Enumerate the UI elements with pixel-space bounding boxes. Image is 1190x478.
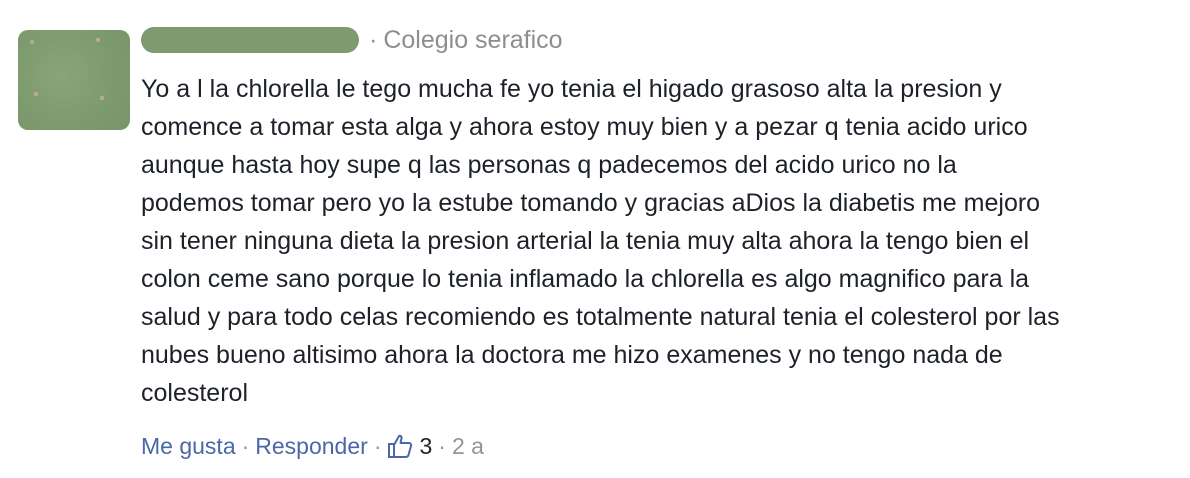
thumbs-up-icon[interactable]	[387, 433, 413, 459]
comment-text-line: nubes bueno altisimo ahora la doctora me…	[141, 341, 1003, 369]
comment-text-line: comence a tomar esta alga y ahora estoy …	[141, 113, 1028, 141]
comment-text: Yo a l la chlorella le tego mucha fe yo …	[141, 70, 1176, 412]
comment: · Colegio serafico Yo a l la chlorella l…	[0, 0, 1190, 478]
comment-text-line: podemos tomar pero yo la estube tomando …	[141, 189, 1041, 217]
header-separator: ·	[369, 25, 378, 54]
like-count[interactable]: 3	[419, 433, 432, 460]
comment-text-line: Yo a l la chlorella le tego mucha fe yo …	[141, 75, 1002, 103]
comment-body: · Colegio serafico Yo a l la chlorella l…	[141, 20, 1181, 412]
comment-timestamp[interactable]: 2 a	[452, 433, 484, 460]
action-separator: ·	[241, 432, 250, 459]
avatar[interactable]	[18, 30, 130, 130]
action-separator: ·	[373, 432, 382, 459]
author-name-redacted[interactable]	[141, 27, 359, 53]
avatar-detail	[34, 92, 38, 96]
like-link[interactable]: Me gusta	[141, 433, 236, 460]
comment-actions: Me gusta · Responder · 3 · 2 a	[141, 428, 484, 464]
reply-link[interactable]: Responder	[255, 433, 368, 460]
comment-text-line: colon ceme sano porque lo tenia inflamad…	[141, 265, 1030, 293]
action-separator: ·	[438, 432, 446, 459]
avatar-detail	[30, 40, 34, 44]
comment-header: · Colegio serafico	[141, 20, 1181, 60]
group-name[interactable]: Colegio serafico	[383, 26, 562, 55]
comment-text-line: salud y para todo celas recomiendo es to…	[141, 303, 1060, 331]
comment-text-line: aunque hasta hoy supe q las personas q p…	[141, 151, 957, 179]
comment-text-line: colesterol	[141, 379, 248, 407]
comment-text-line: sin tener ninguna dieta la presion arter…	[141, 227, 1030, 255]
avatar-detail	[100, 96, 104, 100]
avatar-detail	[96, 38, 100, 42]
